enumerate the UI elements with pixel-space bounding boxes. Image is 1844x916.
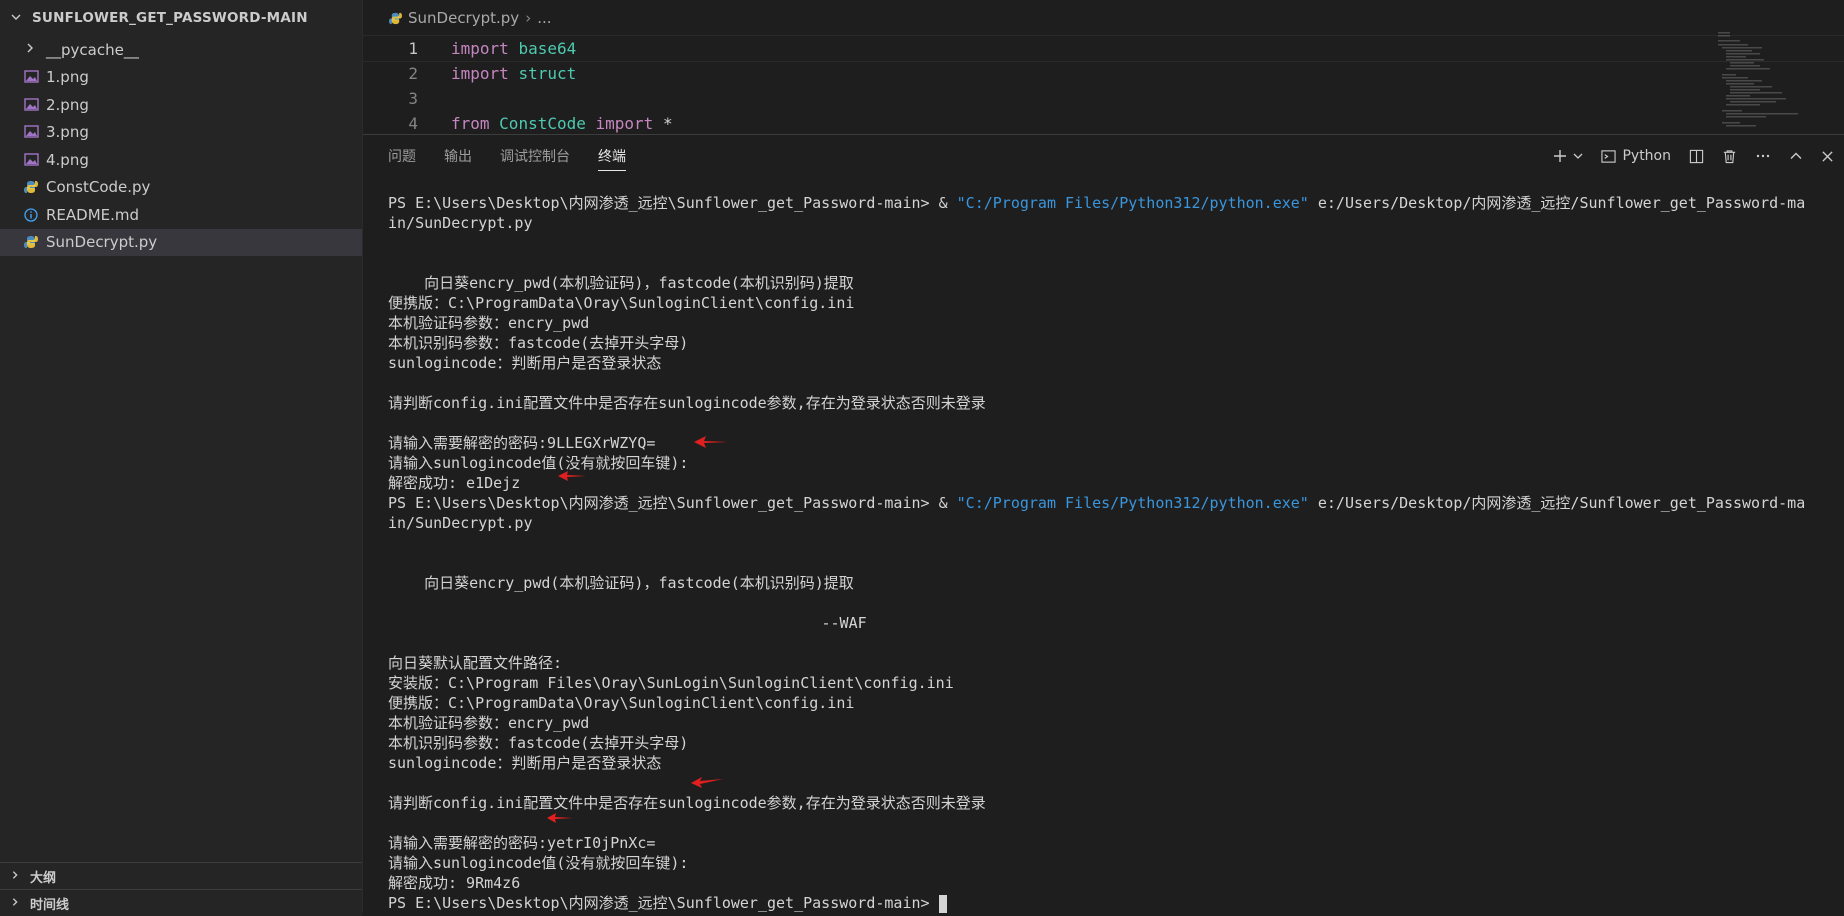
- tab-debug-console[interactable]: 调试控制台: [500, 135, 570, 177]
- close-icon: [1822, 150, 1833, 162]
- tab-terminal[interactable]: 终端: [598, 135, 626, 177]
- terminal-instance-python[interactable]: Python: [1601, 148, 1671, 164]
- new-terminal-button[interactable]: [1552, 148, 1583, 164]
- tab-output[interactable]: 输出: [444, 135, 472, 177]
- bottom-panel: 问题 输出 调试控制台 终端 Python PS E:\Users\Deskto…: [363, 134, 1844, 913]
- password-input-line-2: 请输入需要解密的密码:yetrI0jPnXc=: [388, 834, 656, 852]
- explorer-sidebar: SUNFLOWER_GET_PASSWORD-MAIN __pycache__ …: [0, 0, 363, 916]
- tree-item-4-png[interactable]: 4.png: [0, 146, 362, 174]
- info-icon: [23, 207, 39, 223]
- terminal-prompt: PS E:\Users\Desktop\内网渗透_远控\Sunflower_ge…: [388, 894, 939, 912]
- kill-terminal-button[interactable]: [1722, 149, 1737, 164]
- timeline-section[interactable]: 时间线: [0, 889, 362, 916]
- annotation-arrow-icon: [691, 777, 723, 788]
- python-file-icon: [23, 234, 39, 250]
- decrypt-result-2: 解密成功: 9Rm4z6: [388, 874, 521, 892]
- chevron-right-icon: [10, 897, 24, 910]
- annotation-arrow-icon: [694, 436, 728, 448]
- image-file-icon: [23, 97, 39, 113]
- terminal-output[interactable]: PS E:\Users\Desktop\内网渗透_远控\Sunflower_ge…: [388, 193, 1832, 913]
- code-editor[interactable]: SunDecrypt.py › ... 1 import base64 2 im…: [362, 0, 1844, 136]
- ellipsis-icon: [1756, 154, 1770, 158]
- breadcrumb-symbols[interactable]: ...: [537, 9, 551, 27]
- image-file-icon: [23, 124, 39, 140]
- breadcrumb-file[interactable]: SunDecrypt.py: [408, 9, 519, 27]
- code-line-2[interactable]: 2 import struct: [363, 61, 1844, 86]
- tree-item-sundecrypt-py[interactable]: SunDecrypt.py: [0, 228, 362, 256]
- minimap[interactable]: [1716, 30, 1826, 134]
- image-file-icon: [23, 69, 39, 85]
- python-file-icon: [389, 12, 402, 25]
- code-line-1[interactable]: 1 import base64: [362, 35, 1844, 62]
- breadcrumb: SunDecrypt.py › ...: [363, 0, 1844, 36]
- terminal-command-2: PS E:\Users\Desktop\内网渗透_远控\Sunflower_ge…: [388, 494, 1806, 512]
- close-panel-button[interactable]: [1821, 150, 1834, 163]
- tree-item-constcode-py[interactable]: ConstCode.py: [0, 174, 362, 202]
- maximize-panel-button[interactable]: [1789, 149, 1803, 163]
- panel-actions: Python: [1552, 135, 1844, 177]
- split-icon: [1689, 149, 1704, 163]
- chevron-down-icon: [10, 11, 26, 26]
- more-actions-button[interactable]: [1755, 148, 1771, 164]
- tree-item-1-png[interactable]: 1.png: [0, 64, 362, 92]
- tab-problems[interactable]: 问题: [388, 135, 416, 177]
- split-terminal-button[interactable]: [1689, 149, 1704, 164]
- tree-item-readme-md[interactable]: README.md: [0, 201, 362, 229]
- chevron-up-icon: [1790, 152, 1802, 159]
- terminal-command-1: PS E:\Users\Desktop\内网渗透_远控\Sunflower_ge…: [388, 194, 1806, 212]
- annotation-arrow-icon: [547, 813, 573, 823]
- code-line-3[interactable]: 3: [363, 86, 1844, 111]
- chevron-down-icon: [1574, 153, 1583, 159]
- explorer-title[interactable]: SUNFLOWER_GET_PASSWORD-MAIN: [0, 0, 362, 36]
- password-input-line-1: 请输入需要解密的密码:9LLEGXrWZYQ=: [388, 434, 656, 452]
- plus-icon: [1554, 150, 1567, 162]
- tree-item-2-png[interactable]: 2.png: [0, 91, 362, 119]
- python-file-icon: [23, 179, 39, 195]
- terminal-cursor: [938, 894, 947, 913]
- image-file-icon: [23, 152, 39, 168]
- chevron-right-icon: [10, 870, 24, 883]
- decrypt-result-1: 解密成功: e1Dejz: [388, 474, 521, 492]
- chevron-right-icon: [24, 42, 40, 57]
- annotation-arrow-icon: [558, 471, 586, 481]
- chevron-right-icon: ›: [525, 9, 532, 27]
- code-line-4[interactable]: 4 from ConstCode import *: [363, 111, 1844, 136]
- terminal-icon: [1601, 149, 1617, 163]
- tree-item-3-png[interactable]: 3.png: [0, 119, 362, 147]
- outline-section[interactable]: 大纲: [0, 862, 362, 889]
- trash-icon: [1723, 149, 1736, 163]
- tree-item-pycache[interactable]: __pycache__: [0, 36, 362, 64]
